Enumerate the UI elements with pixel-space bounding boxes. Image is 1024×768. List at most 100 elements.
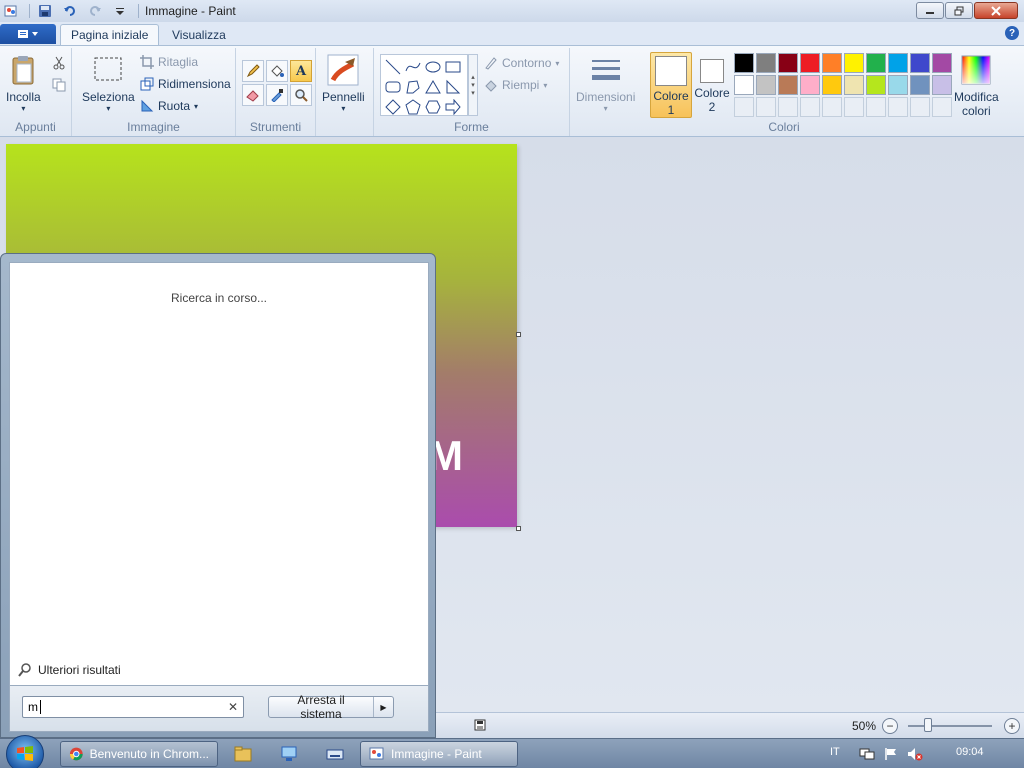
taskbar-chrome[interactable]: Benvenuto in Chrom... [60, 741, 218, 767]
shapes-scroll[interactable]: ▴ ▾ ▾ [468, 54, 478, 116]
magnifier-tool[interactable] [290, 84, 312, 106]
fill-button[interactable]: Riempi ▾ [484, 76, 547, 94]
network-icon[interactable] [858, 745, 876, 763]
palette-swatch[interactable] [844, 53, 864, 73]
shutdown-options-arrow-icon[interactable]: ▶ [373, 697, 393, 717]
redo-icon[interactable] [87, 3, 103, 19]
palette-swatch[interactable] [866, 75, 886, 95]
palette-swatch-empty[interactable] [756, 97, 776, 117]
paint-menu-button[interactable] [0, 24, 56, 44]
shape-hexagon-icon[interactable] [423, 97, 443, 117]
text-tool[interactable]: A [290, 60, 312, 82]
rotate-button[interactable]: Ruota ▾ [140, 97, 198, 115]
shape-line-icon[interactable] [383, 57, 403, 77]
taskbar-paint[interactable]: Immagine - Paint [360, 741, 518, 767]
palette-swatch[interactable] [756, 53, 776, 73]
tab-home[interactable]: Pagina iniziale [60, 24, 160, 45]
color1-button[interactable]: Colore 1 [650, 52, 692, 118]
shape-rectangle-icon[interactable] [443, 57, 463, 77]
customize-quick-access-icon[interactable] [112, 3, 128, 19]
resize-handle-right[interactable] [516, 332, 521, 337]
palette-swatch[interactable] [778, 53, 798, 73]
zoom-slider-thumb[interactable] [924, 718, 932, 732]
cut-icon[interactable] [52, 56, 66, 70]
shape-diamond-icon[interactable] [383, 97, 403, 117]
more-results-link[interactable]: Ulteriori risultati [18, 663, 121, 677]
edit-colors-label-line1: Modifica [954, 90, 999, 104]
paint-app-icon[interactable] [3, 3, 19, 19]
brushes-button[interactable]: Pennelli ▾ [322, 54, 365, 113]
palette-swatch-empty[interactable] [888, 97, 908, 117]
remote-desktop-icon[interactable] [280, 745, 298, 763]
start-button[interactable] [6, 735, 44, 768]
clock[interactable]: 09:04 [956, 746, 984, 758]
language-indicator[interactable]: IT [830, 746, 840, 758]
palette-swatch[interactable] [756, 75, 776, 95]
palette-swatch[interactable] [910, 53, 930, 73]
palette-swatch[interactable] [910, 75, 930, 95]
palette-swatch-empty[interactable] [822, 97, 842, 117]
pencil-tool[interactable] [242, 60, 264, 82]
palette-swatch-empty[interactable] [778, 97, 798, 117]
palette-swatch-empty[interactable] [932, 97, 952, 117]
shape-arrow-icon[interactable] [443, 97, 463, 117]
close-button[interactable] [974, 2, 1018, 19]
save-icon[interactable] [37, 3, 53, 19]
shape-pentagon-icon[interactable] [403, 97, 423, 117]
select-button[interactable]: Seleziona ▾ [82, 54, 135, 113]
restore-button[interactable] [945, 2, 973, 19]
palette-swatch-empty[interactable] [734, 97, 754, 117]
edit-colors-button[interactable]: Modifica colori [954, 54, 999, 118]
palette-swatch[interactable] [932, 75, 952, 95]
undo-icon[interactable] [62, 3, 78, 19]
explorer-icon[interactable] [234, 745, 252, 763]
help-icon[interactable]: ? [1005, 26, 1019, 40]
shape-curve-icon[interactable] [403, 57, 423, 77]
zoom-out-button[interactable]: − [882, 718, 898, 734]
palette-swatch[interactable] [822, 53, 842, 73]
zoom-in-button[interactable]: + [1004, 718, 1020, 734]
zoom-slider-track[interactable] [908, 725, 992, 727]
fill-tool[interactable] [266, 60, 288, 82]
palette-swatch[interactable] [734, 53, 754, 73]
size-button[interactable]: Dimensioni ▾ [576, 54, 635, 113]
palette-swatch[interactable] [888, 75, 908, 95]
palette-swatch[interactable] [932, 53, 952, 73]
minimize-button[interactable] [916, 2, 944, 19]
volume-muted-icon[interactable] [906, 745, 924, 763]
palette-swatch[interactable] [888, 53, 908, 73]
palette-swatch[interactable] [800, 53, 820, 73]
resize-button[interactable]: Ridimensiona [140, 75, 231, 93]
palette-swatch[interactable] [800, 75, 820, 95]
tab-view[interactable]: Visualizza [162, 24, 236, 45]
shape-rounded-rectangle-icon[interactable] [383, 77, 403, 97]
shape-triangle-icon[interactable] [423, 77, 443, 97]
action-center-flag-icon[interactable] [882, 745, 900, 763]
palette-swatch[interactable] [822, 75, 842, 95]
palette-swatch[interactable] [844, 75, 864, 95]
color2-button[interactable]: Colore 2 [692, 52, 732, 116]
eraser-tool[interactable] [242, 84, 264, 106]
start-search-input[interactable]: m ✕ [22, 696, 244, 718]
outline-button[interactable]: Contorno ▾ [484, 54, 559, 72]
keyboard-icon[interactable] [326, 745, 344, 763]
palette-swatch-empty[interactable] [910, 97, 930, 117]
zoom-level: 50% [852, 719, 877, 733]
shutdown-button[interactable]: Arresta il sistema ▶ [268, 693, 394, 721]
palette-swatch[interactable] [866, 53, 886, 73]
shape-right-triangle-icon[interactable] [443, 77, 463, 97]
copy-icon[interactable] [52, 78, 66, 92]
palette-swatch[interactable] [778, 75, 798, 95]
crop-button[interactable]: Ritaglia [140, 53, 198, 71]
palette-swatch[interactable] [734, 75, 754, 95]
resize-handle-corner[interactable] [516, 526, 521, 531]
palette-swatch-empty[interactable] [800, 97, 820, 117]
shape-polygon-icon[interactable] [403, 77, 423, 97]
palette-swatch-empty[interactable] [844, 97, 864, 117]
palette-swatch-empty[interactable] [866, 97, 886, 117]
color-picker-tool[interactable] [266, 84, 288, 106]
clear-search-icon[interactable]: ✕ [228, 700, 238, 714]
group-tools: A Strumenti [236, 48, 316, 136]
paste-button[interactable]: Incolla ▾ [6, 54, 41, 113]
shape-oval-icon[interactable] [423, 57, 443, 77]
